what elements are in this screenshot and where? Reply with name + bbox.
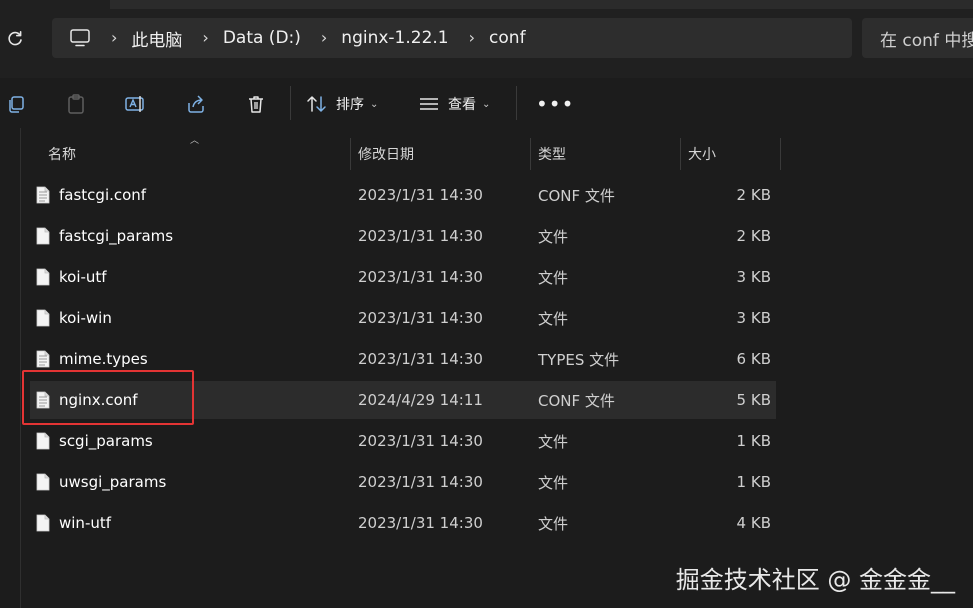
file-row[interactable]: scgi_params 2023/1/31 14:30 文件 1 KB — [30, 422, 776, 460]
chevron-right-icon[interactable]: › — [321, 30, 327, 46]
file-type: 文件 — [538, 227, 569, 246]
file-row[interactable]: fastcgi.conf 2023/1/31 14:30 CONF 文件 2 KB — [30, 176, 776, 214]
column-header-name[interactable]: 名称 — [48, 138, 76, 170]
pane-divider — [20, 128, 21, 608]
copy-icon — [9, 96, 24, 113]
file-modified-date: 2023/1/31 14:30 — [358, 309, 483, 327]
sort-icon — [307, 96, 326, 112]
file-icon — [36, 268, 50, 286]
file-modified-date: 2023/1/31 14:30 — [358, 514, 483, 532]
address-bar[interactable]: › 此电脑 › Data (D:) › nginx-1.22.1 › conf — [52, 18, 852, 58]
file-row[interactable]: koi-utf 2023/1/31 14:30 文件 3 KB — [30, 258, 776, 296]
chevron-right-icon[interactable]: › — [111, 30, 117, 46]
file-name[interactable]: koi-win — [59, 299, 112, 337]
file-type: CONF 文件 — [538, 186, 615, 205]
column-header-row: 名称 修改日期 类型 大小 — [0, 138, 781, 170]
chevron-right-icon[interactable]: › — [469, 30, 475, 46]
file-icon — [36, 514, 50, 532]
view-label: 查看 — [448, 97, 476, 113]
column-divider[interactable] — [780, 138, 781, 170]
copy-button[interactable] — [4, 90, 28, 118]
breadcrumb-data-drive[interactable]: Data (D:) — [223, 28, 301, 48]
file-name[interactable]: koi-utf — [59, 258, 107, 296]
share-icon — [188, 95, 204, 113]
text-file-icon — [36, 186, 50, 204]
file-type: CONF 文件 — [538, 391, 615, 410]
chevron-down-icon: ⌄ — [370, 98, 379, 110]
file-name[interactable]: scgi_params — [59, 422, 153, 460]
file-name[interactable]: win-utf — [59, 504, 111, 542]
chevron-down-icon: ⌄ — [482, 98, 491, 110]
more-icon: ••• — [536, 92, 575, 116]
file-type: 文件 — [538, 309, 569, 328]
column-header-date[interactable]: 修改日期 — [358, 138, 414, 170]
text-file-icon — [36, 350, 50, 368]
file-type: 文件 — [538, 514, 569, 533]
file-row[interactable]: win-utf 2023/1/31 14:30 文件 4 KB — [30, 504, 776, 542]
column-header-type[interactable]: 类型 — [538, 138, 566, 170]
view-list-icon — [420, 98, 438, 110]
highlight-annotation — [22, 370, 194, 425]
file-type: 文件 — [538, 432, 569, 451]
refresh-icon — [8, 31, 22, 46]
column-divider[interactable] — [530, 138, 531, 170]
chevron-right-icon[interactable]: › — [202, 30, 208, 46]
file-modified-date: 2023/1/31 14:30 — [358, 432, 483, 450]
share-button[interactable] — [184, 90, 208, 118]
column-divider[interactable] — [350, 138, 351, 170]
computer-icon[interactable] — [69, 28, 91, 48]
title-strip — [110, 0, 973, 9]
file-modified-date: 2023/1/31 14:30 — [358, 473, 483, 491]
file-size: 2 KB — [736, 227, 771, 245]
search-input[interactable]: 在 conf 中搜 — [862, 18, 973, 58]
sort-label: 排序 — [336, 97, 364, 113]
paste-button[interactable] — [64, 90, 88, 118]
file-size: 1 KB — [736, 432, 771, 450]
refresh-button[interactable] — [0, 24, 30, 54]
file-icon — [36, 473, 50, 491]
file-size: 6 KB — [736, 350, 771, 368]
file-size: 5 KB — [736, 391, 771, 409]
delete-button[interactable] — [244, 90, 268, 118]
file-size: 3 KB — [736, 268, 771, 286]
file-modified-date: 2023/1/31 14:30 — [358, 186, 483, 204]
file-type: 文件 — [538, 473, 569, 492]
file-modified-date: 2023/1/31 14:30 — [358, 268, 483, 286]
file-name[interactable]: uwsgi_params — [59, 463, 166, 501]
file-size: 3 KB — [736, 309, 771, 327]
file-icon — [36, 432, 50, 450]
breadcrumb-this-pc[interactable]: 此电脑 — [131, 26, 182, 51]
file-row[interactable]: fastcgi_params 2023/1/31 14:30 文件 2 KB — [30, 217, 776, 255]
file-icon — [36, 227, 50, 245]
file-row[interactable]: koi-win 2023/1/31 14:30 文件 3 KB — [30, 299, 776, 337]
rename-button[interactable] — [124, 90, 148, 118]
file-type: 文件 — [538, 268, 569, 287]
file-modified-date: 2023/1/31 14:30 — [358, 350, 483, 368]
column-divider[interactable] — [680, 138, 681, 170]
rename-icon — [125, 96, 144, 112]
breadcrumb-nginx-folder[interactable]: nginx-1.22.1 — [341, 28, 448, 48]
file-modified-date: 2023/1/31 14:30 — [358, 227, 483, 245]
column-header-size[interactable]: 大小 — [688, 138, 716, 170]
file-type: TYPES 文件 — [538, 350, 620, 369]
file-modified-date: 2024/4/29 14:11 — [358, 391, 483, 409]
file-name[interactable]: fastcgi_params — [59, 217, 173, 255]
file-row[interactable]: uwsgi_params 2023/1/31 14:30 文件 1 KB — [30, 463, 776, 501]
more-options-button[interactable]: ••• — [536, 90, 574, 118]
file-size: 4 KB — [736, 514, 771, 532]
watermark: 掘金技术社区 @ 金金金__ — [675, 566, 955, 594]
file-icon — [36, 309, 50, 327]
toolbar-divider — [516, 86, 517, 120]
toolbar-divider — [290, 86, 291, 120]
clipboard-icon — [68, 94, 84, 114]
file-size: 2 KB — [736, 186, 771, 204]
search-placeholder: 在 conf 中搜 — [880, 30, 973, 51]
sort-button[interactable]: 排序 ⌄ — [306, 90, 378, 118]
file-name[interactable]: fastcgi.conf — [59, 176, 146, 214]
trash-icon — [249, 96, 263, 113]
view-button[interactable]: 查看 ⌄ — [418, 90, 490, 118]
file-size: 1 KB — [736, 473, 771, 491]
breadcrumb-conf-folder[interactable]: conf — [489, 28, 526, 48]
